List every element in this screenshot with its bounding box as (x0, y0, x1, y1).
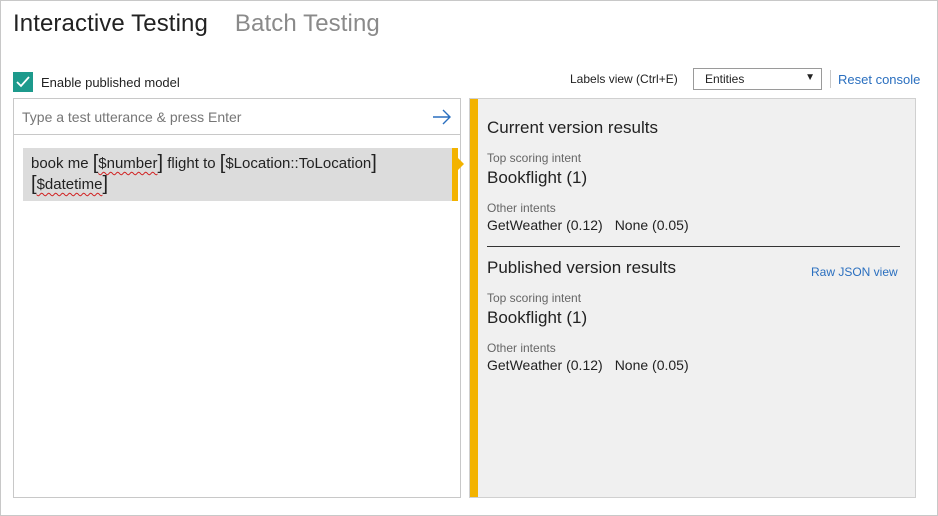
other-intent: None (0.05) (614, 357, 689, 373)
tab-bar: Interactive Testing Batch Testing (13, 10, 380, 38)
labels-view-label: Labels view (Ctrl+E) (570, 72, 678, 86)
results-divider (487, 246, 900, 247)
current-results-title: Current version results (487, 118, 659, 137)
other-intent: GetWeather (0.12) (487, 217, 603, 233)
enable-published-row: Enable published model (13, 72, 180, 92)
utterance-token: flight to (167, 155, 216, 172)
selected-indicator (452, 148, 458, 201)
utterance-token: book me (31, 155, 89, 172)
arrow-right-icon (433, 109, 451, 125)
utterance-input[interactable] (14, 99, 460, 135)
results-accent-bar (470, 99, 478, 497)
utterance-text: book me [$number] flight to [$Location::… (31, 153, 446, 195)
utterance-item[interactable]: book me [$number] flight to [$Location::… (23, 148, 464, 201)
other-intent: None (0.05) (614, 217, 689, 233)
published-results-title: Published version results (487, 258, 676, 277)
tab-batch-testing[interactable]: Batch Testing (235, 10, 380, 38)
labels-view-selected: Entities (705, 72, 745, 86)
published-other-intents: GetWeather (0.12) None (0.05) (487, 357, 689, 373)
current-other-intents: GetWeather (0.12) None (0.05) (487, 217, 689, 233)
entity-token-number[interactable]: [$number] (93, 153, 163, 174)
entity-token-location[interactable]: [$Location::ToLocation] (220, 153, 377, 174)
current-other-intents-label: Other intents (487, 201, 556, 215)
entity-token-datetime[interactable]: [$datetime] (31, 174, 108, 195)
enable-published-checkbox[interactable] (13, 72, 33, 92)
reset-console-link[interactable]: Reset console (838, 72, 920, 87)
submit-utterance-button[interactable] (431, 107, 453, 127)
results-panel: Current version results Top scoring inte… (469, 98, 916, 498)
tab-interactive-testing[interactable]: Interactive Testing (13, 10, 208, 38)
published-other-intents-label: Other intents (487, 341, 556, 355)
current-top-intent: Bookflight (1) (487, 168, 588, 187)
published-top-intent: Bookflight (1) (487, 308, 588, 327)
raw-json-view-link[interactable]: Raw JSON view (811, 265, 898, 279)
selection-pointer (458, 158, 464, 170)
toolbar-divider (830, 70, 831, 88)
current-top-intent-label: Top scoring intent (487, 151, 582, 165)
other-intent: GetWeather (0.12) (487, 357, 603, 373)
published-top-intent-label: Top scoring intent (487, 291, 582, 305)
test-panel: book me [$number] flight to [$Location::… (13, 98, 464, 498)
enable-published-label: Enable published model (41, 74, 180, 90)
caret-down-icon: ▼ (805, 72, 815, 83)
labels-view-select[interactable]: Entities ▼ (693, 68, 822, 90)
checkmark-icon (16, 76, 30, 88)
